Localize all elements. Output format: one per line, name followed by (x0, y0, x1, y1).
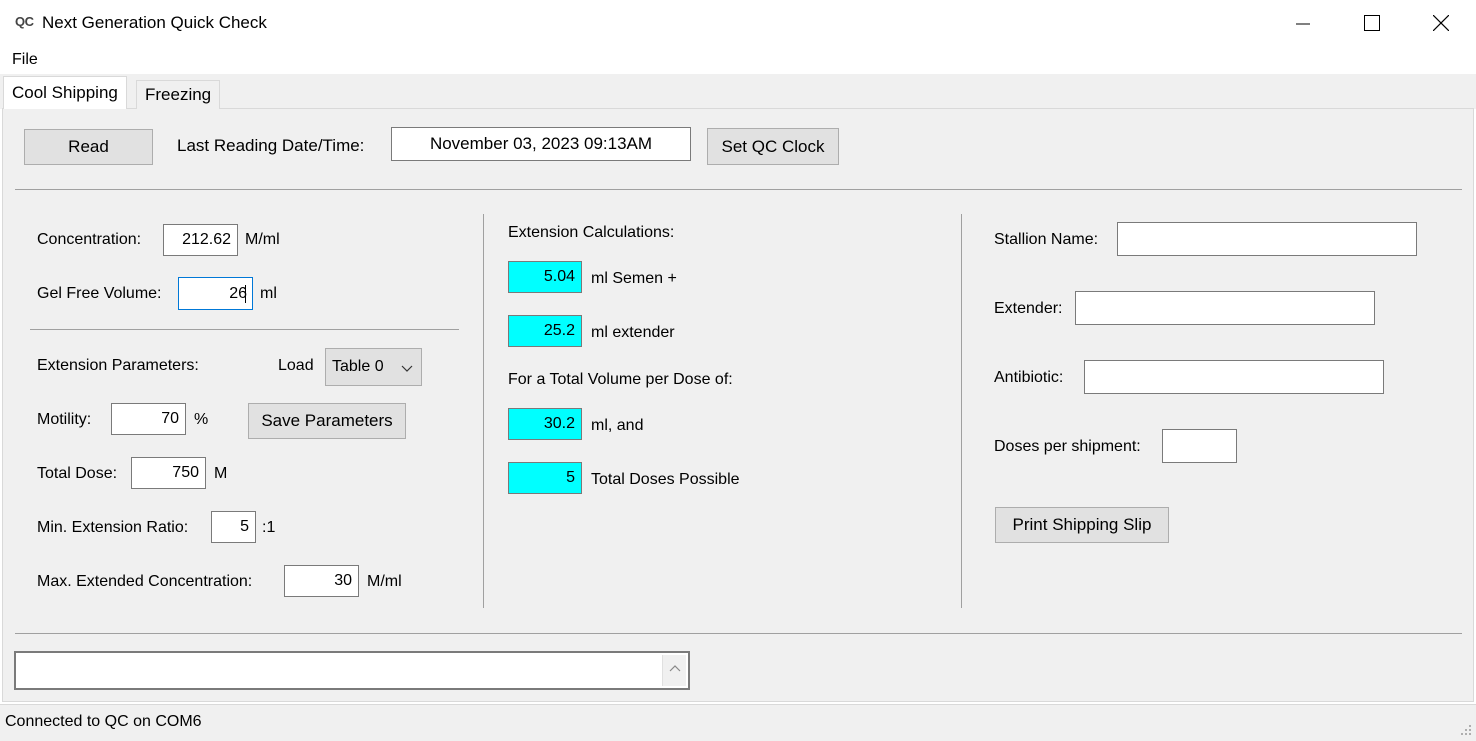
minimize-button[interactable] (1268, 0, 1338, 46)
total-doses-result: 5 (508, 462, 582, 494)
last-reading-field[interactable]: November 03, 2023 09:13AM (391, 127, 691, 161)
tab-freezing[interactable]: Freezing (136, 80, 221, 109)
log-scrollbar[interactable] (662, 655, 686, 686)
concentration-field[interactable]: 212.62 (163, 224, 238, 256)
top-divider (15, 189, 1462, 190)
column-divider-right (961, 214, 962, 608)
close-icon (1433, 15, 1449, 31)
load-label: Load (278, 357, 314, 374)
extender-volume-label: ml extender (591, 324, 675, 341)
extender-field[interactable] (1075, 291, 1375, 325)
print-shipping-slip-button[interactable]: Print Shipping Slip (995, 507, 1169, 543)
concentration-label: Concentration: (37, 231, 142, 248)
motility-label: Motility: (37, 411, 92, 428)
extender-volume-result: 25.2 (508, 315, 582, 347)
log-textbox[interactable] (14, 651, 690, 690)
semen-volume-result: 5.04 (508, 261, 582, 293)
cool-shipping-panel (2, 108, 1474, 702)
gel-free-volume-label: Gel Free Volume: (37, 285, 162, 302)
minimize-icon (1296, 23, 1310, 25)
left-divider (30, 329, 459, 330)
extension-parameters-label: Extension Parameters: (37, 357, 199, 374)
concentration-unit: M/ml (245, 231, 280, 248)
total-volume-label: For a Total Volume per Dose of: (508, 371, 733, 388)
semen-volume-label: ml Semen + (591, 270, 677, 287)
stallion-name-field[interactable] (1117, 222, 1417, 256)
extender-label: Extender: (994, 300, 1063, 317)
extension-calculations-title: Extension Calculations: (508, 224, 675, 241)
max-extended-concentration-unit: M/ml (367, 573, 402, 590)
stallion-name-label: Stallion Name: (994, 231, 1099, 248)
status-text: Connected to QC on COM6 (5, 713, 202, 730)
total-dose-label: Total Dose: (37, 465, 118, 482)
gel-free-volume-field[interactable]: 26 (178, 277, 253, 310)
maximize-button[interactable] (1337, 0, 1407, 46)
max-extended-concentration-label: Max. Extended Concentration: (37, 573, 253, 590)
motility-unit: % (194, 411, 209, 428)
window-title: Next Generation Quick Check (42, 13, 267, 32)
load-table-value: Table 0 (332, 358, 384, 375)
antibiotic-field[interactable] (1084, 360, 1384, 394)
close-button[interactable] (1406, 0, 1476, 46)
antibiotic-label: Antibiotic: (994, 369, 1064, 386)
min-extension-ratio-field[interactable]: 5 (211, 511, 256, 543)
maximize-icon (1364, 15, 1380, 31)
total-dose-unit: M (214, 465, 228, 482)
tab-strip (0, 74, 1476, 109)
bottom-divider (15, 633, 1462, 634)
total-doses-label: Total Doses Possible (591, 471, 740, 488)
total-volume-result: 30.2 (508, 408, 582, 440)
text-caret (245, 284, 246, 303)
motility-field[interactable]: 70 (111, 403, 186, 435)
set-qc-clock-button[interactable]: Set QC Clock (707, 128, 839, 165)
doses-per-shipment-label: Doses per shipment: (994, 438, 1141, 455)
resize-grip-icon[interactable] (1460, 724, 1472, 736)
last-reading-label: Last Reading Date/Time: (177, 136, 365, 155)
column-divider-left (483, 214, 484, 608)
tab-cool-shipping[interactable]: Cool Shipping (3, 76, 127, 109)
status-bar (0, 704, 1476, 741)
doses-per-shipment-field[interactable] (1162, 429, 1237, 463)
chevron-down-icon (401, 365, 413, 372)
app-icon: QC (15, 14, 34, 29)
max-extended-concentration-field[interactable]: 30 (284, 565, 359, 597)
min-extension-ratio-unit: :1 (262, 519, 276, 536)
read-button[interactable]: Read (24, 129, 153, 165)
menu-bar (0, 46, 1476, 74)
scroll-up-icon (669, 665, 681, 672)
menu-file[interactable]: File (12, 51, 38, 69)
total-volume-unit: ml, and (591, 417, 644, 434)
gel-free-volume-unit: ml (260, 285, 277, 302)
save-parameters-button[interactable]: Save Parameters (248, 403, 406, 439)
total-dose-field[interactable]: 750 (131, 457, 206, 489)
load-table-select[interactable]: Table 0 (325, 348, 422, 386)
min-extension-ratio-label: Min. Extension Ratio: (37, 519, 189, 536)
